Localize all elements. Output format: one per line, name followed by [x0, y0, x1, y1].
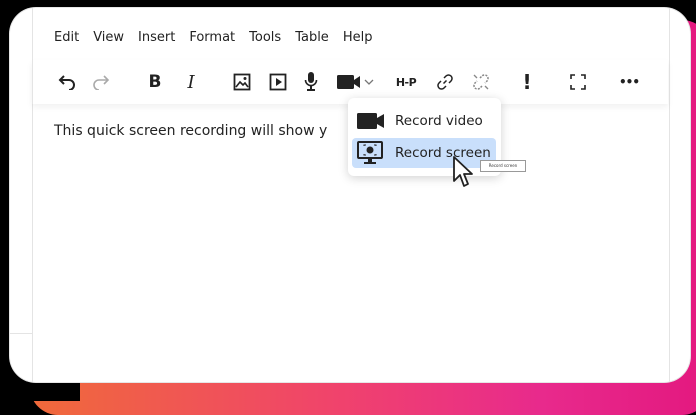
microphone-icon	[304, 72, 318, 91]
image-button[interactable]	[230, 60, 254, 104]
menu-tools[interactable]: Tools	[249, 30, 281, 54]
image-icon	[233, 73, 251, 91]
redo-icon	[93, 75, 110, 90]
menubar: Edit View Insert Format Tools Table Help	[54, 30, 372, 54]
video-camera-icon	[357, 113, 384, 129]
more-icon: •••	[618, 75, 640, 89]
italic-button[interactable]: I	[180, 60, 202, 104]
menu-view[interactable]: View	[93, 30, 124, 54]
fullscreen-button[interactable]	[566, 60, 590, 104]
undo-icon	[58, 75, 75, 90]
menu-item-record-video[interactable]: Record video	[352, 106, 496, 136]
link-icon	[437, 74, 453, 90]
italic-icon: I	[187, 71, 195, 93]
h5p-icon: H-P	[395, 75, 417, 89]
more-button[interactable]: •••	[614, 60, 644, 104]
menu-item-label: Record video	[395, 113, 483, 129]
undo-button[interactable]	[54, 60, 80, 104]
menu-table[interactable]: Table	[295, 30, 329, 54]
editor-window: Edit View Insert Format Tools Table Help…	[10, 8, 690, 382]
microphone-button[interactable]	[300, 60, 322, 104]
unlink-icon	[473, 74, 489, 90]
editor-gutter	[10, 333, 32, 382]
accessibility-icon: !	[522, 70, 532, 94]
chevron-down-icon	[364, 79, 373, 85]
menu-insert[interactable]: Insert	[138, 30, 175, 54]
editor-content[interactable]: This quick screen recording will show y	[54, 123, 327, 139]
media-icon	[269, 73, 287, 91]
video-camera-icon	[336, 75, 360, 89]
record-dropdown-menu: Record video Record screen	[348, 98, 501, 176]
redo-button[interactable]	[88, 60, 114, 104]
fullscreen-icon	[570, 74, 586, 90]
monitor-record-icon	[357, 141, 383, 164]
menu-format[interactable]: Format	[189, 30, 235, 54]
bold-button[interactable]: B	[144, 60, 166, 104]
menu-item-label: Record screen	[395, 145, 491, 161]
menu-help[interactable]: Help	[343, 30, 373, 54]
menu-edit[interactable]: Edit	[54, 30, 79, 54]
mouse-pointer-icon	[453, 156, 473, 187]
media-button[interactable]	[266, 60, 290, 104]
tooltip: Record screen	[480, 160, 526, 172]
accessibility-check-button[interactable]: !	[516, 60, 538, 104]
toolbar: B I H-P ! •••	[32, 60, 668, 104]
bold-icon: B	[148, 72, 162, 92]
